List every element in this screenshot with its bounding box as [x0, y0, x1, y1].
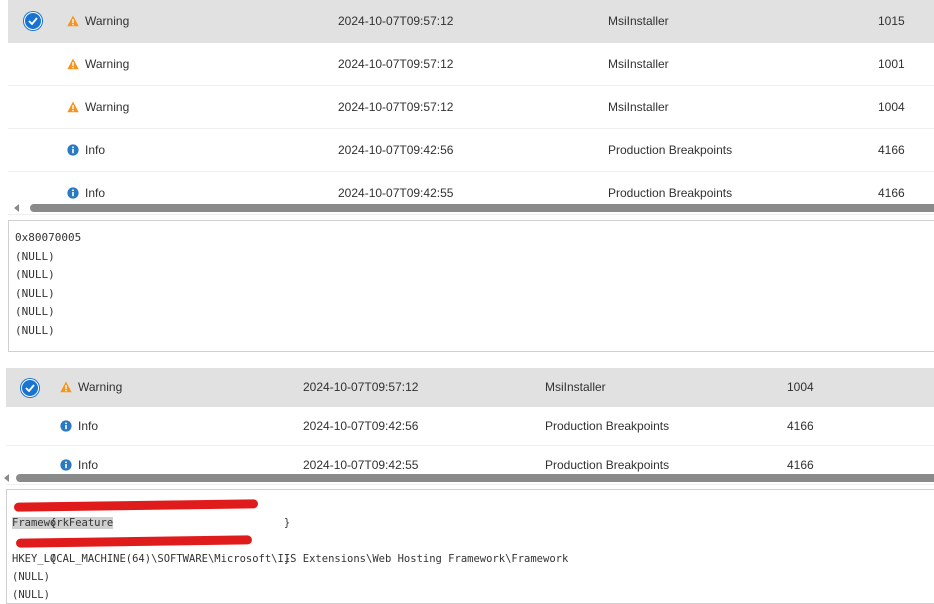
- level-label: Info: [78, 458, 99, 472]
- source-cell: Production Breakpoints: [545, 458, 670, 472]
- event-list-panel-1: Warning 2024-10-07T09:57:12 MsiInstaller 10…: [0, 0, 934, 360]
- row-selected-checkmark-icon[interactable]: [24, 12, 42, 30]
- event-id-cell: 4166: [787, 419, 814, 433]
- event-row[interactable]: Warning 2024-10-07T09:57:12 MsiInstaller 10…: [8, 86, 934, 129]
- details-line-redacted: { }: [12, 532, 934, 565]
- details-line: 0x80070005: [15, 231, 82, 244]
- horizontal-scrollbar[interactable]: [0, 473, 934, 483]
- row-divider: [8, 214, 934, 215]
- warning-icon: [67, 101, 79, 113]
- info-icon: [67, 187, 79, 199]
- datetime-cell: 2024-10-07T09:57:12: [338, 14, 454, 28]
- event-row[interactable]: Info 2024-10-07T09:42:56 Production Breakp…: [8, 129, 934, 172]
- event-id-cell: 1001: [878, 57, 905, 71]
- level-cell: Info: [67, 186, 105, 200]
- scrollbar-thumb[interactable]: [30, 204, 934, 212]
- event-id-cell: 1004: [787, 380, 814, 394]
- warning-icon: [67, 15, 79, 27]
- scroll-left-arrow-icon[interactable]: [4, 474, 9, 482]
- level-label: Warning: [85, 57, 130, 71]
- info-icon: [60, 459, 72, 471]
- level-cell: Info: [60, 419, 98, 433]
- level-label: Warning: [78, 380, 123, 394]
- event-row[interactable]: Info 2024-10-07T09:42:56 Production Breakp…: [6, 407, 934, 446]
- level-cell: Warning: [67, 57, 129, 71]
- datetime-cell: 2024-10-07T09:42:55: [338, 186, 454, 200]
- datetime-cell: 2024-10-07T09:57:12: [338, 57, 454, 71]
- source-cell: MsiInstaller: [608, 14, 669, 28]
- event-list-panel-2: Warning 2024-10-07T09:57:12 MsiInstaller 10…: [0, 368, 934, 604]
- event-row[interactable]: Warning 2024-10-07T09:57:12 MsiInstaller 10…: [8, 43, 934, 86]
- event-id-cell: 1004: [878, 100, 905, 114]
- details-line: (NULL): [15, 323, 55, 337]
- warning-icon: [60, 381, 72, 393]
- datetime-cell: 2024-10-07T09:42:56: [338, 143, 454, 157]
- details-line: (NULL): [12, 571, 50, 583]
- source-cell: Production Breakpoints: [608, 186, 733, 200]
- redaction-mark: [13, 499, 259, 512]
- source-cell: MsiInstaller: [608, 100, 669, 114]
- details-line: (NULL): [15, 249, 55, 263]
- datetime-cell: 2024-10-07T09:57:12: [338, 100, 454, 114]
- warning-icon: [67, 58, 79, 70]
- datetime-cell: 2024-10-07T09:42:55: [303, 458, 419, 472]
- details-line: (NULL): [15, 268, 55, 282]
- level-cell: Warning: [60, 380, 122, 394]
- event-details-pane: 0x80070005 (NULL) (NULL) (NULL) (NULL) (…: [8, 220, 934, 352]
- level-label: Info: [85, 186, 106, 200]
- datetime-cell: 2024-10-07T09:57:12: [303, 380, 419, 394]
- scroll-left-arrow-icon[interactable]: [14, 204, 19, 212]
- datetime-cell: 2024-10-07T09:42:56: [303, 419, 419, 433]
- details-line: (NULL): [15, 286, 55, 300]
- source-cell: MsiInstaller: [608, 57, 669, 71]
- level-label: Info: [78, 419, 99, 433]
- event-id-cell: 4166: [787, 458, 814, 472]
- event-id-cell: 4166: [878, 186, 905, 200]
- level-label: Warning: [85, 100, 130, 114]
- source-cell: Production Breakpoints: [545, 419, 670, 433]
- level-label: Warning: [85, 14, 130, 28]
- redaction-mark: [15, 535, 253, 548]
- details-line: (NULL): [15, 305, 55, 319]
- horizontal-scrollbar[interactable]: [8, 203, 934, 213]
- details-line-redacted: { }: [12, 496, 934, 529]
- info-icon: [60, 420, 72, 432]
- level-cell: Info: [60, 458, 98, 472]
- level-cell: Warning: [67, 100, 129, 114]
- row-selected-checkmark-icon[interactable]: [21, 379, 39, 397]
- source-cell: Production Breakpoints: [608, 143, 733, 157]
- event-id-cell: 4166: [878, 143, 905, 157]
- source-cell: MsiInstaller: [545, 380, 606, 394]
- details-line: (NULL): [12, 589, 50, 601]
- info-icon: [67, 144, 79, 156]
- event-row[interactable]: Warning 2024-10-07T09:57:12 MsiInstaller 10…: [6, 368, 934, 407]
- level-label: Info: [85, 143, 106, 157]
- level-cell: Warning: [67, 14, 129, 28]
- event-row[interactable]: Warning 2024-10-07T09:57:12 MsiInstaller 10…: [8, 0, 934, 43]
- event-details-pane: { } FrameworkFeature { } HKEY_LOCAL_MACH…: [6, 489, 934, 604]
- level-cell: Info: [67, 143, 105, 157]
- scrollbar-thumb[interactable]: [16, 474, 934, 482]
- event-id-cell: 1015: [878, 14, 905, 28]
- row-divider: [6, 484, 934, 485]
